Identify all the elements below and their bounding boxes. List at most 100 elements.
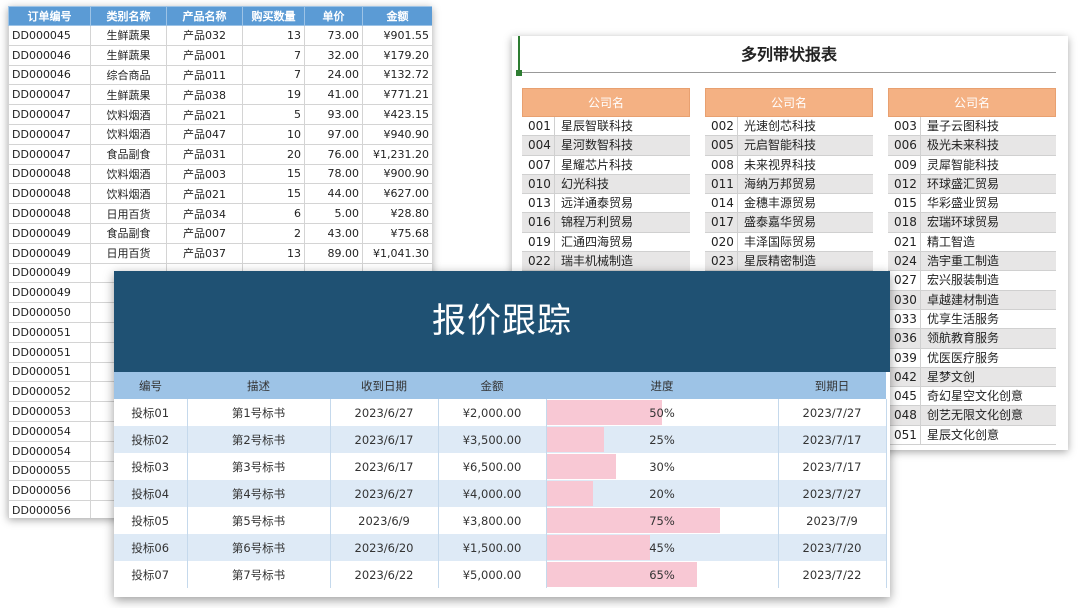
company-name[interactable]: 远洋通泰贸易 <box>555 194 690 212</box>
order-cell[interactable]: DD000048 <box>8 163 91 185</box>
company-number[interactable]: 021 <box>888 232 921 252</box>
order-cell[interactable]: DD000047 <box>8 143 91 165</box>
tracker-cell-due[interactable]: 2023/7/17 <box>778 426 887 453</box>
company-name[interactable]: 宏瑞环球贸易 <box>921 213 1056 231</box>
tracker-header-cell[interactable]: 收到日期 <box>330 372 438 399</box>
order-cell[interactable]: 产品047 <box>166 123 243 145</box>
tracker-cell-received[interactable]: 2023/6/20 <box>330 534 439 561</box>
tracker-cell-desc[interactable]: 第7号标书 <box>187 561 331 588</box>
order-cell[interactable]: 产品001 <box>166 44 243 66</box>
company-name[interactable]: 星辰文化创意 <box>921 426 1056 444</box>
order-cell[interactable]: ¥179.20 <box>362 44 432 66</box>
tracker-cell-desc[interactable]: 第5号标书 <box>187 507 331 534</box>
order-cell[interactable]: 饮料烟酒 <box>90 104 167 125</box>
tracker-cell-due[interactable]: 2023/7/27 <box>778 480 887 507</box>
tracker-cell-id[interactable]: 投标06 <box>114 534 188 561</box>
company-name[interactable]: 华彩盛业贸易 <box>921 194 1056 212</box>
company-number[interactable]: 036 <box>888 329 921 348</box>
order-header-cell[interactable]: 类别名称 <box>90 6 167 26</box>
tracker-cell-desc[interactable]: 第3号标书 <box>187 453 331 480</box>
company-number[interactable]: 007 <box>522 155 555 174</box>
company-number[interactable]: 002 <box>705 117 738 136</box>
order-cell[interactable]: 产品038 <box>166 84 243 106</box>
order-cell[interactable]: DD000046 <box>8 64 91 86</box>
order-cell[interactable]: DD000054 <box>8 440 91 462</box>
tracker-cell-amount[interactable]: ¥1,500.00 <box>438 534 547 561</box>
company-name[interactable]: 丰泽国际贸易 <box>738 233 873 251</box>
company-number[interactable]: 030 <box>888 290 921 309</box>
order-cell[interactable]: DD000051 <box>8 321 91 343</box>
progress-cell[interactable]: 20% <box>546 480 779 507</box>
order-cell[interactable]: 43.00 <box>304 222 363 244</box>
company-name[interactable]: 浩宇重工制造 <box>921 252 1056 270</box>
tracker-cell-due[interactable]: 2023/7/22 <box>778 561 887 588</box>
tracker-header-cell[interactable]: 进度 <box>546 372 778 399</box>
tracker-cell-received[interactable]: 2023/6/17 <box>330 453 439 480</box>
company-number[interactable]: 011 <box>705 174 738 194</box>
company-name[interactable]: 创艺无限文化创意 <box>921 406 1056 424</box>
order-cell[interactable]: DD000051 <box>8 361 91 383</box>
order-cell[interactable]: ¥132.72 <box>362 64 432 86</box>
company-name[interactable]: 奇幻星空文化创意 <box>921 387 1056 405</box>
tracker-cell-due[interactable]: 2023/7/9 <box>778 507 887 534</box>
order-cell[interactable]: DD000045 <box>8 25 91 46</box>
order-cell[interactable]: 饮料烟酒 <box>90 183 167 205</box>
tracker-header-cell[interactable]: 金额 <box>438 372 546 399</box>
order-cell[interactable]: ¥940.90 <box>362 123 432 145</box>
company-number[interactable]: 010 <box>522 174 555 194</box>
company-name[interactable]: 灵犀智能科技 <box>921 156 1056 174</box>
tracker-cell-desc[interactable]: 第2号标书 <box>187 426 331 453</box>
order-cell[interactable]: ¥75.68 <box>362 222 432 244</box>
order-cell[interactable]: 综合商品 <box>90 64 167 86</box>
order-cell[interactable]: DD000053 <box>8 401 91 422</box>
progress-cell[interactable]: 65% <box>546 561 779 588</box>
order-cell[interactable]: 24.00 <box>304 64 363 86</box>
order-cell[interactable]: 5 <box>242 104 305 125</box>
order-cell[interactable]: 7 <box>242 44 305 66</box>
tracker-cell-id[interactable]: 投标01 <box>114 399 188 426</box>
company-number[interactable]: 015 <box>888 194 921 213</box>
company-name[interactable]: 卓越建材制造 <box>921 291 1056 309</box>
order-cell[interactable]: DD000055 <box>8 460 91 482</box>
order-cell[interactable]: 产品007 <box>166 222 243 244</box>
order-cell[interactable]: 产品034 <box>166 203 243 224</box>
tracker-cell-received[interactable]: 2023/6/27 <box>330 480 439 507</box>
order-cell[interactable]: ¥423.15 <box>362 104 432 125</box>
company-name[interactable]: 星辰精密制造 <box>738 252 873 270</box>
company-name[interactable]: 汇通四海贸易 <box>555 233 690 251</box>
company-number[interactable]: 013 <box>522 194 555 213</box>
order-cell[interactable]: 78.00 <box>304 163 363 185</box>
company-number[interactable]: 008 <box>705 155 738 174</box>
progress-cell[interactable]: 50% <box>546 399 779 426</box>
order-cell[interactable]: 产品031 <box>166 143 243 165</box>
order-cell[interactable]: 产品037 <box>166 242 243 264</box>
tracker-cell-amount[interactable]: ¥2,000.00 <box>438 399 547 426</box>
company-name[interactable]: 星河数智科技 <box>555 136 690 154</box>
band-column-header[interactable]: 公司名 <box>705 88 873 117</box>
order-header-cell[interactable]: 金额 <box>362 6 432 26</box>
company-name[interactable]: 金穗丰源贸易 <box>738 194 873 212</box>
band-column-header[interactable]: 公司名 <box>522 88 690 117</box>
order-cell[interactable]: DD000047 <box>8 123 91 145</box>
company-name[interactable]: 宏兴服装制造 <box>921 271 1056 289</box>
company-name[interactable]: 星耀芯片科技 <box>555 156 690 174</box>
order-cell[interactable]: 产品021 <box>166 104 243 125</box>
order-cell[interactable]: 97.00 <box>304 123 363 145</box>
order-cell[interactable]: 5.00 <box>304 203 363 224</box>
order-cell[interactable]: 日用百货 <box>90 203 167 224</box>
order-cell[interactable]: 19 <box>242 84 305 106</box>
order-cell[interactable]: 生鲜蔬果 <box>90 84 167 106</box>
order-cell[interactable]: DD000049 <box>8 242 91 264</box>
tracker-header-cell[interactable]: 编号 <box>114 372 187 399</box>
company-name[interactable]: 环球盛汇贸易 <box>921 175 1056 193</box>
order-cell[interactable]: 76.00 <box>304 143 363 165</box>
order-cell[interactable]: 44.00 <box>304 183 363 205</box>
order-cell[interactable]: 32.00 <box>304 44 363 66</box>
order-cell[interactable]: 73.00 <box>304 25 363 46</box>
company-number[interactable]: 027 <box>888 271 921 290</box>
company-name[interactable]: 光速创芯科技 <box>738 117 873 135</box>
order-cell[interactable]: 生鲜蔬果 <box>90 44 167 66</box>
tracker-cell-id[interactable]: 投标07 <box>114 561 188 588</box>
company-number[interactable]: 048 <box>888 406 921 425</box>
company-name[interactable]: 海纳万邦贸易 <box>738 175 873 193</box>
